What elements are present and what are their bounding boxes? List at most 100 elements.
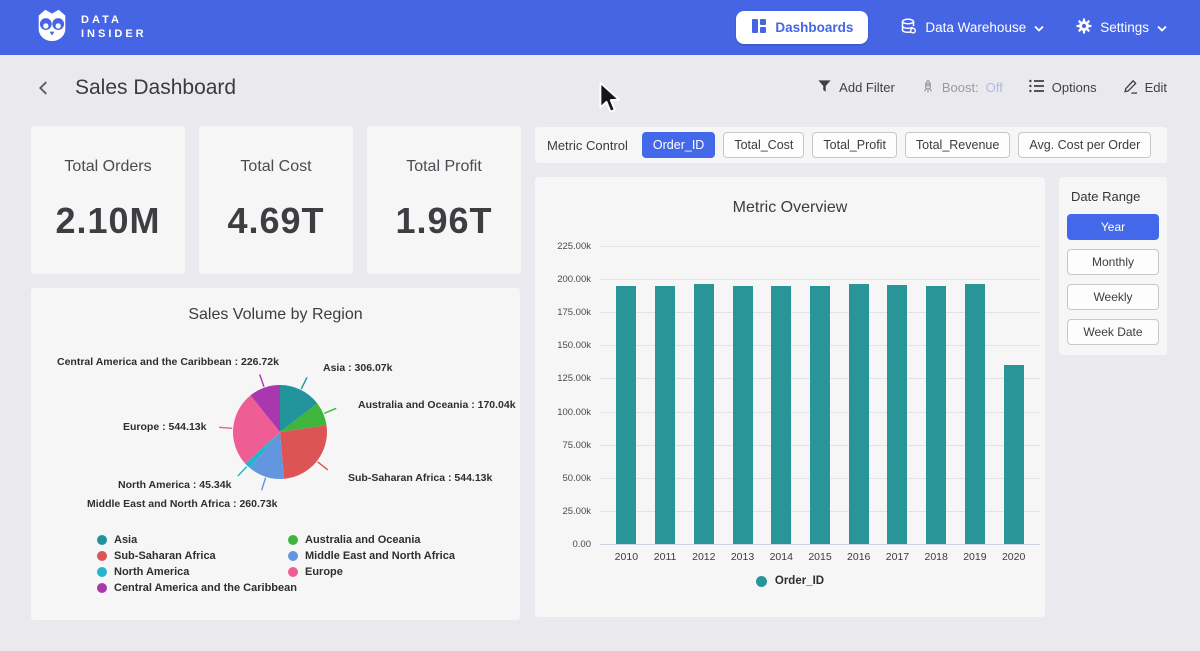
dashboards-label: Dashboards bbox=[775, 20, 853, 35]
date-range-year-button[interactable]: Year bbox=[1067, 214, 1159, 240]
add-filter-label: Add Filter bbox=[839, 80, 895, 95]
settings-label: Settings bbox=[1100, 20, 1149, 35]
date-range-label: Date Range bbox=[1071, 189, 1167, 204]
owl-logo-icon bbox=[33, 6, 71, 49]
legend-item-australia-and-oceania[interactable]: Australia and Oceania bbox=[288, 532, 455, 548]
data-warehouse-menu[interactable]: Data Warehouse bbox=[900, 18, 1044, 38]
x-tick-label: 2019 bbox=[955, 551, 995, 563]
metric-chip-total-revenue[interactable]: Total_Revenue bbox=[905, 132, 1010, 158]
brand-text: DATA INSIDER bbox=[81, 14, 147, 42]
y-tick-label: 75.00k bbox=[535, 440, 591, 451]
bar-2019[interactable] bbox=[965, 284, 985, 544]
y-tick-label: 175.00k bbox=[535, 307, 591, 318]
page-header: Sales Dashboard Add Filter Boost: Off bbox=[0, 55, 1200, 120]
pie-label-europe: Europe : 544.13k bbox=[123, 421, 206, 433]
metric-chip-total-cost[interactable]: Total_Cost bbox=[723, 132, 804, 158]
bar-2017[interactable] bbox=[887, 285, 907, 544]
bar-2016[interactable] bbox=[849, 284, 869, 544]
options-button[interactable]: Options bbox=[1029, 79, 1097, 96]
legend-item-central-america-and-the-caribbean[interactable]: Central America and the Caribbean bbox=[97, 580, 288, 596]
pie-label-connector bbox=[318, 462, 328, 470]
pie-label-connector bbox=[262, 478, 266, 490]
options-label: Options bbox=[1052, 80, 1097, 95]
settings-menu[interactable]: Settings bbox=[1076, 18, 1167, 37]
date-range-week-date-button[interactable]: Week Date bbox=[1067, 319, 1159, 345]
rocket-icon bbox=[921, 79, 935, 97]
add-filter-button[interactable]: Add Filter bbox=[817, 79, 895, 97]
legend-dot bbox=[756, 576, 767, 587]
y-tick-label: 125.00k bbox=[535, 373, 591, 384]
legend-item-middle-east-and-north-africa[interactable]: Middle East and North Africa bbox=[288, 548, 455, 564]
legend-dot bbox=[97, 567, 107, 577]
x-tick-label: 2012 bbox=[684, 551, 724, 563]
legend-dot bbox=[97, 535, 107, 545]
bar-2013[interactable] bbox=[733, 286, 753, 544]
brand-logo[interactable]: DATA INSIDER bbox=[33, 6, 147, 49]
y-tick-label: 25.00k bbox=[535, 506, 591, 517]
bar-2012[interactable] bbox=[694, 284, 714, 544]
metric-control-bar: Metric Control Order_ID Total_Cost Total… bbox=[535, 127, 1167, 163]
legend-dot bbox=[97, 583, 107, 593]
pie-slice-sub-saharan-africa[interactable] bbox=[280, 425, 327, 479]
data-warehouse-label: Data Warehouse bbox=[925, 20, 1026, 35]
legend-label: Asia bbox=[114, 534, 137, 546]
metric-chip-order-id[interactable]: Order_ID bbox=[642, 132, 715, 158]
pie-label-connector bbox=[238, 467, 247, 476]
legend-item-north-america[interactable]: North America bbox=[97, 564, 288, 580]
edit-button[interactable]: Edit bbox=[1123, 79, 1167, 97]
chevron-down-icon bbox=[1034, 20, 1044, 35]
legend-item-sub-saharan-africa[interactable]: Sub-Saharan Africa bbox=[97, 548, 288, 564]
legend-dot bbox=[97, 551, 107, 561]
legend-label: Sub-Saharan Africa bbox=[114, 550, 216, 562]
bar-2015[interactable] bbox=[810, 286, 830, 544]
bar-chart-y-axis: 0.0025.00k50.00k75.00k100.00k125.00k150.… bbox=[535, 247, 591, 545]
kpi-card-total-orders: Total Orders 2.10M bbox=[31, 126, 185, 274]
legend-dot bbox=[288, 535, 298, 545]
date-range-panel: Date Range Year Monthly Weekly Week Date bbox=[1059, 177, 1167, 355]
bar-2010[interactable] bbox=[616, 286, 636, 544]
pie-label-middle-east-north-africa: Middle East and North Africa : 260.73k bbox=[87, 498, 277, 510]
edit-label: Edit bbox=[1145, 80, 1167, 95]
kpi-label: Total Cost bbox=[240, 158, 311, 176]
legend-label: Australia and Oceania bbox=[305, 534, 421, 546]
y-tick-label: 50.00k bbox=[535, 473, 591, 484]
pie-label-connector bbox=[301, 377, 307, 389]
kpi-card-total-cost: Total Cost 4.69T bbox=[199, 126, 353, 274]
date-range-weekly-button[interactable]: Weekly bbox=[1067, 284, 1159, 310]
metric-chip-total-profit[interactable]: Total_Profit bbox=[812, 132, 897, 158]
pie-chart-title: Sales Volume by Region bbox=[31, 306, 520, 324]
y-tick-label: 100.00k bbox=[535, 407, 591, 418]
legend-label: Order_ID bbox=[775, 575, 824, 587]
metric-chip-avg-cost-per-order[interactable]: Avg. Cost per Order bbox=[1018, 132, 1151, 158]
gear-icon bbox=[1076, 18, 1092, 37]
bar-2011[interactable] bbox=[655, 286, 675, 544]
boost-state: Off bbox=[986, 80, 1003, 95]
dashboards-button[interactable]: Dashboards bbox=[736, 11, 868, 44]
y-tick-label: 225.00k bbox=[535, 241, 591, 252]
dashboard-screen: DATA INSIDER Dashboards bbox=[0, 0, 1200, 651]
legend-dot bbox=[288, 551, 298, 561]
bar-2018[interactable] bbox=[926, 286, 946, 544]
bar-plot bbox=[600, 247, 1040, 545]
y-tick-label: 0.00 bbox=[535, 539, 591, 550]
grid-layout-icon bbox=[751, 18, 767, 37]
kpi-card-total-profit: Total Profit 1.96T bbox=[367, 126, 521, 274]
pie-label-connector bbox=[219, 427, 232, 428]
brand-line-1: DATA bbox=[81, 14, 147, 28]
gridline bbox=[600, 246, 1040, 247]
date-range-monthly-button[interactable]: Monthly bbox=[1067, 249, 1159, 275]
x-tick-label: 2016 bbox=[839, 551, 879, 563]
pie-label-connector bbox=[324, 408, 336, 413]
boost-toggle[interactable]: Boost: Off bbox=[921, 79, 1003, 97]
page-header-left: Sales Dashboard bbox=[33, 76, 236, 100]
list-icon bbox=[1029, 79, 1045, 96]
bar-2014[interactable] bbox=[771, 286, 791, 544]
back-button[interactable] bbox=[33, 77, 55, 99]
legend-item-europe[interactable]: Europe bbox=[288, 564, 455, 580]
legend-item-asia[interactable]: Asia bbox=[97, 532, 288, 548]
y-tick-label: 150.00k bbox=[535, 340, 591, 351]
bar-2020[interactable] bbox=[1004, 365, 1024, 544]
pie-label-australia-oceania: Australia and Oceania : 170.04k bbox=[358, 399, 516, 411]
chevron-down-icon bbox=[1157, 20, 1167, 35]
x-tick-label: 2010 bbox=[606, 551, 646, 563]
